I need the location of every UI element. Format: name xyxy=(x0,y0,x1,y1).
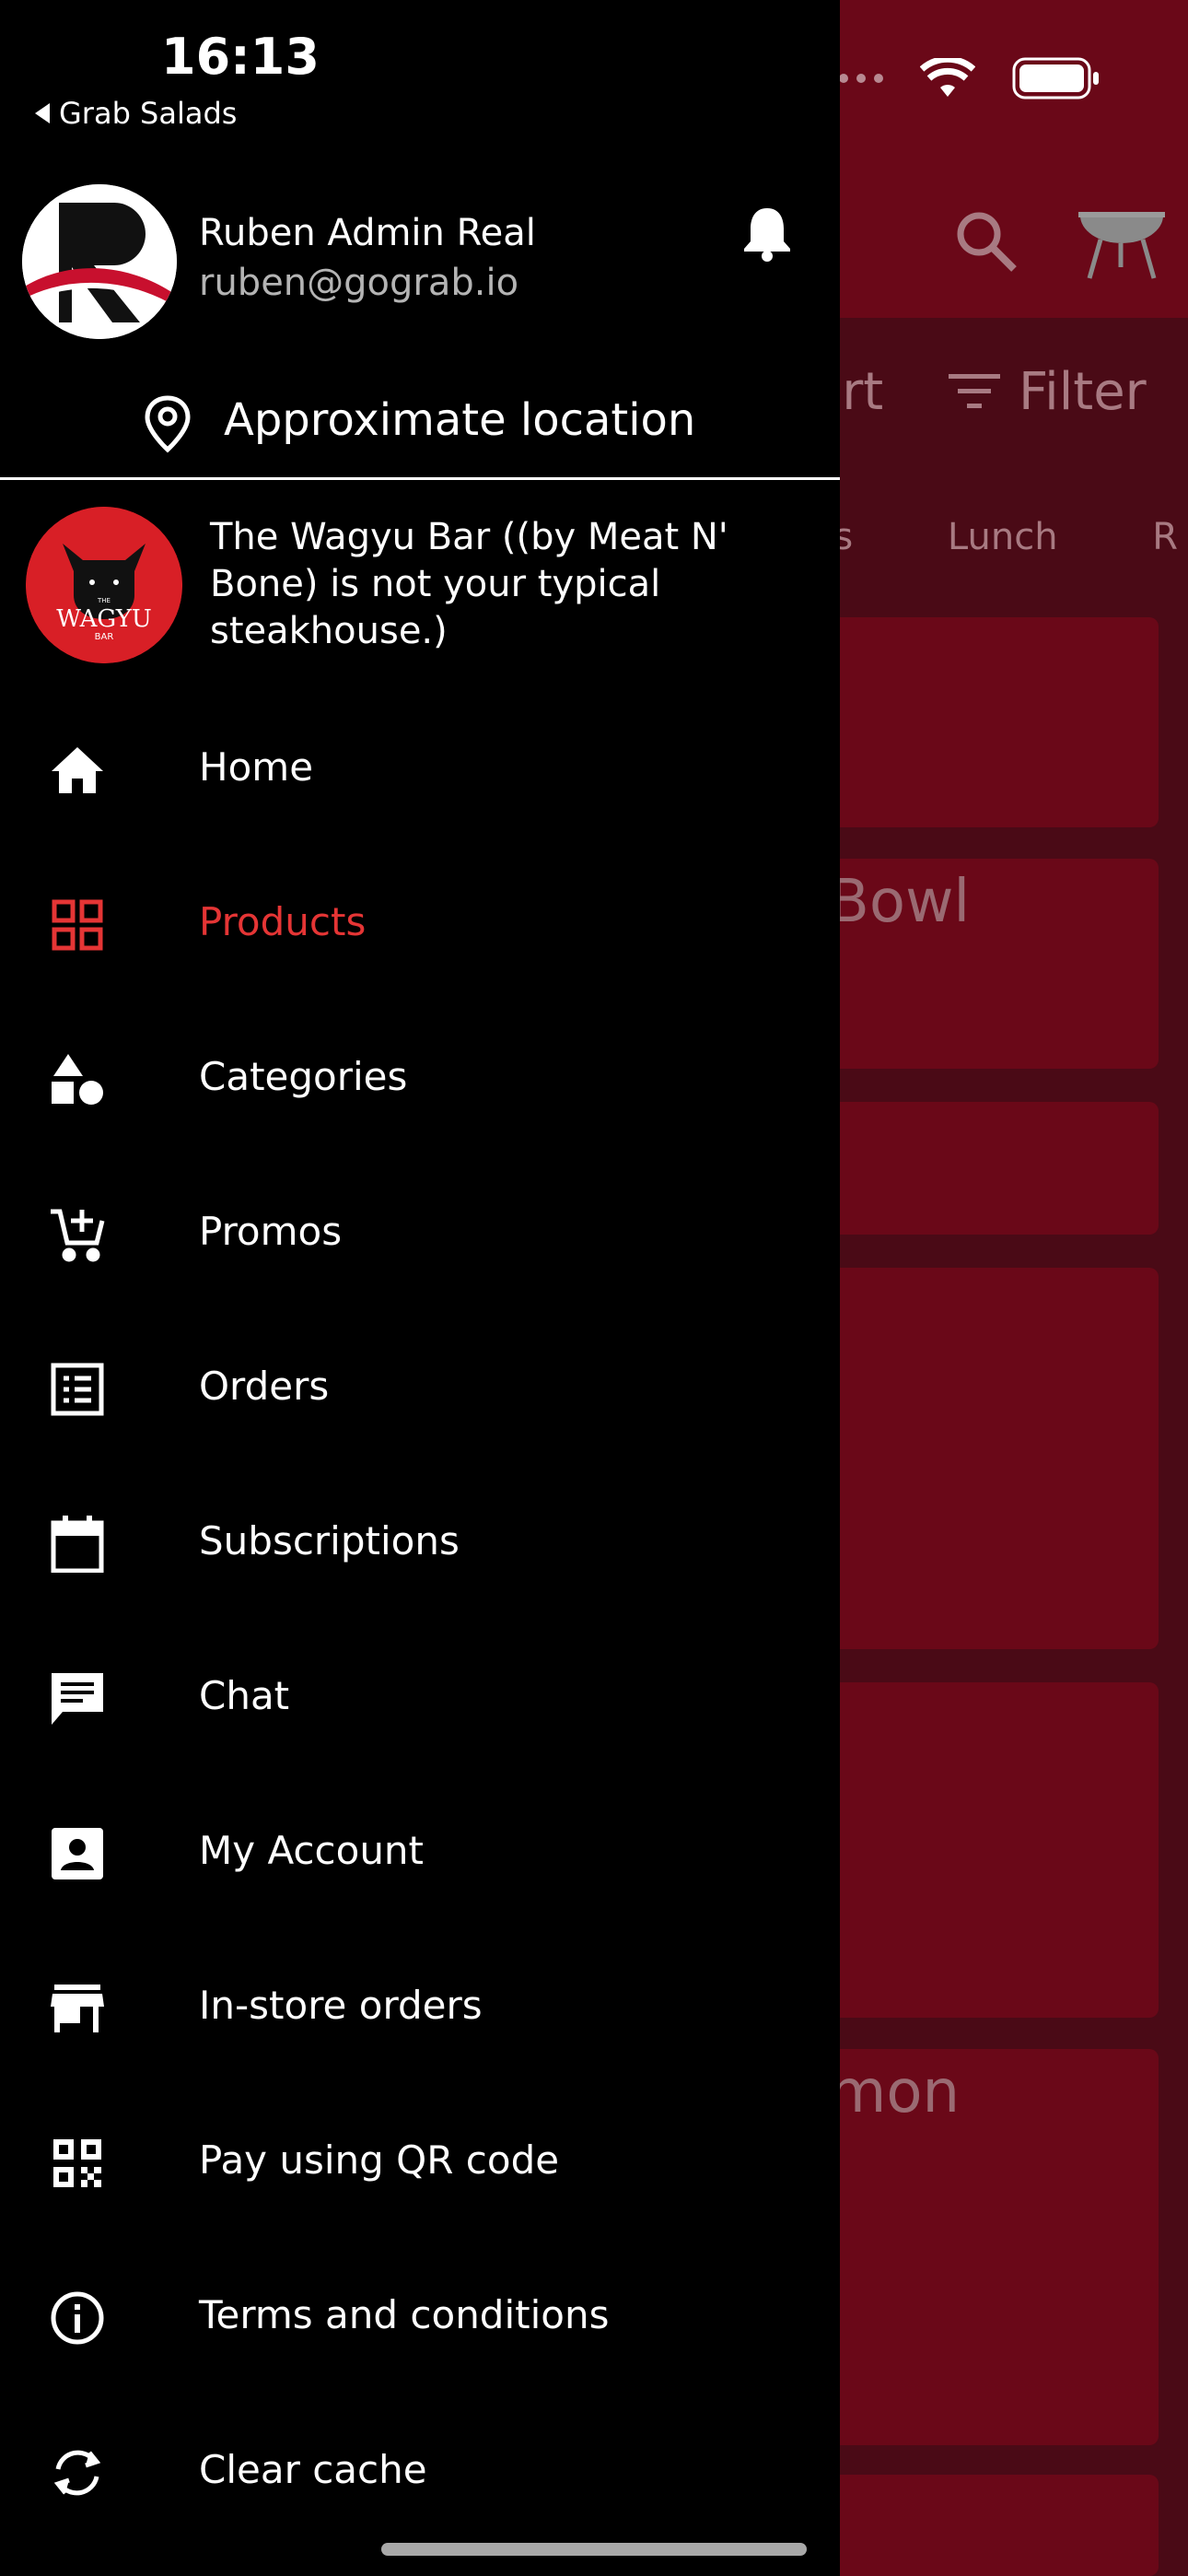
menu-item-home[interactable]: Home xyxy=(0,691,840,846)
menu-item-label: My Account xyxy=(199,1828,425,1873)
status-time: 16:13 xyxy=(161,28,320,86)
menu-item-label: Products xyxy=(199,899,367,944)
location-label: Approximate location xyxy=(224,394,696,446)
back-to-app-link[interactable]: Grab Salads xyxy=(35,96,237,131)
logo-text: WAGYU xyxy=(56,605,152,633)
account-icon xyxy=(48,1824,107,1883)
menu-item-categories[interactable]: Categories xyxy=(0,1001,840,1155)
tab-item[interactable]: Lunch xyxy=(948,516,1058,558)
product-card[interactable]: mon xyxy=(810,2049,1159,2445)
menu-item-orders[interactable]: Orders xyxy=(0,1310,840,1465)
product-card-title: Bowl xyxy=(829,868,971,936)
filter-icon xyxy=(949,362,1000,422)
product-card[interactable]: Bowl xyxy=(810,859,1159,1069)
search-icon[interactable] xyxy=(953,208,1019,278)
info-icon xyxy=(48,2289,107,2348)
menu-item-label: Terms and conditions xyxy=(199,2292,610,2337)
menu-item-label: In-store orders xyxy=(199,1983,483,2028)
menu-item-label: Orders xyxy=(199,1364,330,1409)
menu-item-label: Subscriptions xyxy=(199,1518,460,1563)
user-email: ruben@gograb.io xyxy=(199,262,519,304)
product-card[interactable] xyxy=(810,1102,1159,1235)
menu-item-my-account[interactable]: My Account xyxy=(0,1774,840,1929)
refresh-icon xyxy=(48,2443,107,2502)
home-indicator[interactable] xyxy=(381,2543,807,2556)
cart-plus-icon xyxy=(48,1205,107,1264)
menu-item-label: Home xyxy=(199,744,314,790)
navigation-drawer: 16:13 Grab Salads Ruben Admin Real ruben… xyxy=(0,0,840,2576)
user-name: Ruben Admin Real xyxy=(199,212,536,254)
menu-item-promos[interactable]: Promos xyxy=(0,1155,840,1310)
menu-item-chat[interactable]: Chat xyxy=(0,1620,840,1774)
store-description: The Wagyu Bar ((by Meat N' Bone) is not … xyxy=(210,516,728,652)
drawer-menu: Home Products Categories Promos Orders S… xyxy=(0,691,840,2548)
grid-icon xyxy=(48,896,107,954)
product-card-title: mon xyxy=(829,2058,961,2126)
wifi-icon xyxy=(920,58,975,99)
shapes-icon xyxy=(48,1050,107,1109)
menu-item-label: Promos xyxy=(199,1209,343,1254)
home-icon xyxy=(48,741,107,800)
store-info: THE WAGYU BAR The Wagyu Bar ((by Meat N'… xyxy=(0,507,840,673)
location-pin-icon xyxy=(141,394,194,457)
menu-item-clear-cache[interactable]: Clear cache xyxy=(0,2394,840,2548)
filter-button[interactable]: Filter xyxy=(949,362,1147,422)
menu-item-label: Categories xyxy=(199,1054,408,1099)
bell-icon[interactable] xyxy=(741,205,793,265)
menu-item-products[interactable]: Products xyxy=(0,846,840,1001)
product-card[interactable] xyxy=(810,1682,1159,2018)
store-logo: THE WAGYU BAR xyxy=(26,507,182,663)
product-card[interactable] xyxy=(810,2475,1159,2576)
menu-item-subscriptions[interactable]: Subscriptions xyxy=(0,1465,840,1620)
product-card[interactable] xyxy=(810,617,1159,827)
calendar-icon xyxy=(48,1515,107,1574)
logo-text-top: THE xyxy=(97,597,111,604)
location-selector[interactable]: Approximate location xyxy=(0,378,840,480)
back-arrow-icon xyxy=(35,103,50,123)
chat-icon xyxy=(48,1669,107,1728)
status-indicators xyxy=(821,57,1101,100)
product-card[interactable] xyxy=(810,1268,1159,1649)
battery-icon xyxy=(1012,57,1101,100)
tab-item[interactable]: R xyxy=(1152,516,1178,558)
logo-text-bottom: BAR xyxy=(95,632,114,642)
back-app-label: Grab Salads xyxy=(59,96,238,131)
menu-item-terms[interactable]: Terms and conditions xyxy=(0,2239,840,2394)
user-profile[interactable]: Ruben Admin Real ruben@gograb.io xyxy=(0,184,840,341)
menu-item-label: Clear cache xyxy=(199,2447,427,2492)
menu-item-label: Pay using QR code xyxy=(199,2137,560,2183)
menu-item-pay-qr[interactable]: Pay using QR code xyxy=(0,2084,840,2239)
grill-icon[interactable] xyxy=(1075,203,1167,284)
qr-code-icon xyxy=(48,2134,107,2193)
avatar xyxy=(22,184,177,339)
menu-item-in-store-orders[interactable]: In-store orders xyxy=(0,1929,840,2084)
store-icon xyxy=(48,1979,107,2038)
category-tabs: us Lunch R xyxy=(810,516,1188,558)
app-bar-actions xyxy=(953,203,1167,284)
filter-label: Filter xyxy=(1019,362,1147,422)
list-icon xyxy=(48,1360,107,1419)
menu-item-label: Chat xyxy=(199,1673,290,1718)
